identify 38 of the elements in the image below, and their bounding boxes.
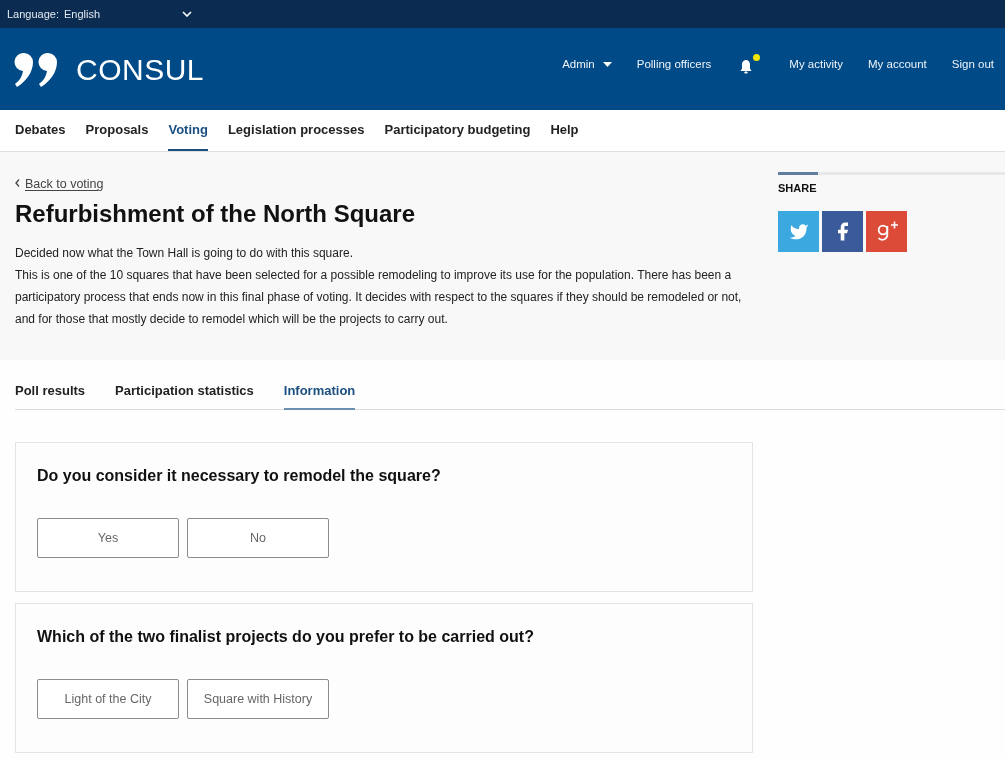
nav-link[interactable]: Legislation processes bbox=[227, 110, 365, 151]
notifications-button[interactable] bbox=[740, 54, 761, 74]
answer-button[interactable]: No bbox=[187, 518, 329, 558]
caret-icon bbox=[602, 61, 612, 67]
question-title: Which of the two finalist projects do you prefer to be carried out? bbox=[37, 627, 535, 647]
question-title: Do you consider it necessary to remodel the square? bbox=[37, 466, 442, 486]
nav-link[interactable]: Help bbox=[550, 110, 579, 151]
description-text: Decided now what the Town Hall is going to do with this square. bbox=[15, 245, 354, 262]
description-text: This is one of the 10 squares that have been selected for a possible remodeling to improve its use for the population. There has been a participatory process that ends now in this final phase of voting. It decides with respect to the squares if they should be remodeled or not, and for those that mostly decide to remodel which will be the projects to carry out. bbox=[15, 267, 743, 328]
chevron-down-icon bbox=[182, 11, 192, 17]
admin-menu-button[interactable]: Admin bbox=[562, 58, 612, 70]
share-heading: SHARE bbox=[778, 181, 818, 195]
back-link[interactable]: Back to voting bbox=[15, 177, 104, 192]
share-button[interactable] bbox=[822, 211, 863, 252]
f-logo-icon bbox=[837, 222, 848, 241]
answer-button[interactable]: Yes bbox=[37, 518, 179, 558]
tab[interactable]: Poll results bbox=[15, 383, 86, 410]
language-select[interactable]: English bbox=[64, 8, 192, 20]
language-label: Language: bbox=[7, 8, 59, 20]
answer-button[interactable]: Light of the City bbox=[37, 679, 179, 719]
answer-button[interactable]: Square with History bbox=[187, 679, 329, 719]
nav-link[interactable]: Proposals bbox=[85, 110, 149, 151]
tab[interactable]: Participation statistics bbox=[115, 383, 254, 410]
header-link[interactable]: My account bbox=[868, 58, 927, 70]
header-link[interactable]: Sign out bbox=[951, 58, 994, 70]
nav-link[interactable]: Debates bbox=[15, 110, 66, 151]
logo-text: CONSUL bbox=[76, 53, 205, 87]
header-link[interactable]: Polling officers bbox=[636, 58, 712, 70]
quote-marks-logo-icon bbox=[14, 53, 58, 87]
tab[interactable]: Information bbox=[283, 383, 356, 410]
chevron-left-icon bbox=[15, 179, 20, 187]
share-button[interactable] bbox=[866, 211, 907, 252]
g-plus-logo-icon bbox=[875, 221, 898, 242]
bird-icon bbox=[788, 223, 809, 240]
header-link[interactable]: My activity bbox=[789, 58, 843, 70]
poll-title: Refurbishment of the North Square bbox=[15, 199, 417, 229]
nav-link[interactable]: Participatory budgeting bbox=[384, 110, 531, 151]
bell-icon bbox=[740, 59, 753, 74]
